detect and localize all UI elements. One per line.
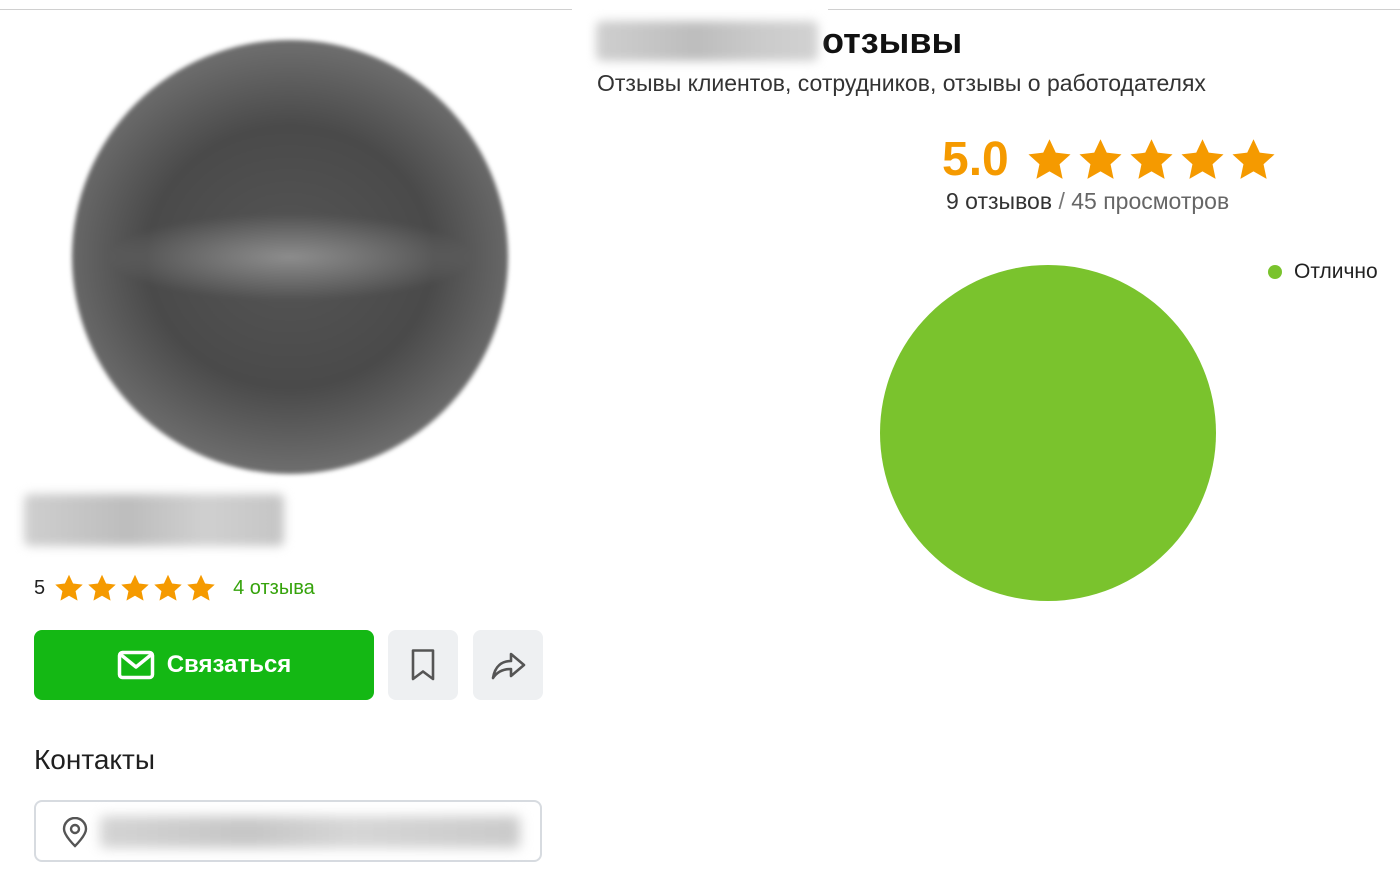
mail-icon — [117, 650, 154, 680]
address-redacted — [100, 816, 520, 848]
share-icon — [491, 652, 526, 680]
top-divider-right — [828, 9, 1400, 10]
contact-button-label: Связаться — [166, 651, 292, 678]
overall-score: 5.0 — [942, 132, 1278, 186]
views-count: 45 просмотров — [1071, 188, 1230, 214]
star-icon — [1028, 138, 1071, 179]
star-icon — [187, 574, 215, 601]
avatar — [72, 40, 508, 474]
rating-value: 5 — [34, 576, 46, 599]
legend-marker — [1268, 265, 1282, 279]
star-icon — [55, 574, 83, 601]
company-name-redacted — [596, 21, 818, 61]
counts-separator: / — [1058, 188, 1065, 214]
reviews-count-link[interactable]: 4 отзыва — [233, 577, 315, 600]
star-icon — [1181, 138, 1224, 179]
star-icon — [121, 574, 149, 601]
chart-legend: Отлично — [1268, 260, 1378, 284]
top-divider-left — [0, 9, 572, 10]
pie-slice-1 — [880, 265, 1216, 601]
address-field[interactable] — [34, 800, 542, 862]
star-icon — [1130, 138, 1173, 179]
heading-word: отзывы — [822, 20, 963, 61]
review-counts: 9 отзывов / 45 просмотров — [946, 188, 1229, 215]
contacts-title: Контакты — [34, 744, 155, 775]
score-value: 5.0 — [942, 132, 1009, 186]
star-icon — [88, 574, 116, 601]
reviews-heading: отзывы — [596, 18, 962, 64]
bookmark-icon — [411, 649, 435, 681]
legend-label: Отлично — [1294, 260, 1378, 283]
contact-button[interactable]: Связаться — [34, 630, 374, 700]
rating-stars — [53, 572, 217, 604]
reviews-count: 9 отзывов — [946, 188, 1053, 214]
share-button[interactable] — [473, 630, 543, 700]
rating-pie-chart — [880, 265, 1216, 601]
star-icon — [1232, 138, 1275, 179]
location-pin-icon — [62, 817, 88, 848]
star-icon — [154, 574, 182, 601]
star-icon — [1079, 138, 1122, 179]
score-stars — [1025, 136, 1278, 183]
profile-rating: 5 4 отзыва — [34, 572, 315, 604]
reviews-subtitle: Отзывы клиентов, сотрудников, отзывы о р… — [597, 70, 1206, 96]
bookmark-button[interactable] — [388, 630, 458, 700]
profile-name-redacted — [24, 494, 284, 546]
